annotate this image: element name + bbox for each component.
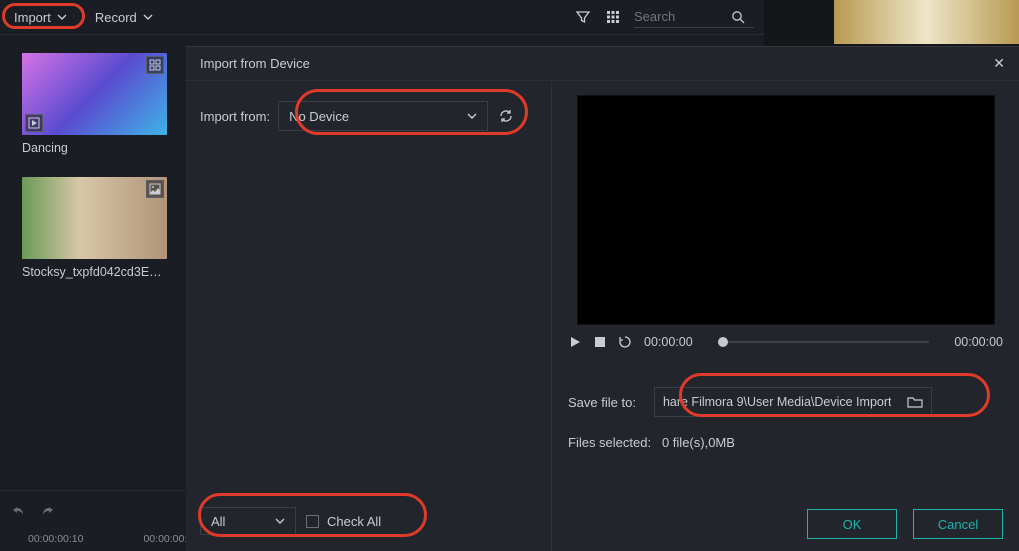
files-selected-row: Files selected: 0 file(s),0MB bbox=[568, 435, 1003, 450]
seek-thumb[interactable] bbox=[718, 337, 728, 347]
transport-bar: 00:00:00 00:00:00 bbox=[568, 335, 1003, 349]
close-icon[interactable]: ✕ bbox=[993, 55, 1005, 72]
check-all[interactable]: Check All bbox=[306, 514, 381, 529]
filter-value: All bbox=[211, 514, 225, 529]
chevron-down-icon bbox=[275, 516, 285, 526]
search-box[interactable] bbox=[634, 6, 754, 28]
thumb-play-icon bbox=[25, 114, 43, 132]
stop-icon[interactable] bbox=[594, 336, 606, 348]
filter-icon[interactable] bbox=[574, 8, 592, 26]
folder-icon[interactable] bbox=[907, 395, 923, 409]
dialog-buttons: OK Cancel bbox=[568, 499, 1003, 539]
files-selected-label: Files selected: bbox=[568, 435, 651, 450]
import-dialog: Import from Device ✕ Import from: No Dev… bbox=[186, 46, 1019, 551]
record-label: Record bbox=[95, 10, 137, 25]
files-selected-value: 0 file(s),0MB bbox=[662, 435, 735, 450]
record-menu[interactable]: Record bbox=[81, 0, 167, 34]
preview-area bbox=[577, 95, 995, 325]
redo-icon[interactable] bbox=[40, 503, 56, 519]
top-toolbar: Import Record bbox=[0, 0, 764, 35]
toolbar-right bbox=[574, 6, 764, 28]
checkbox-icon[interactable] bbox=[306, 515, 319, 528]
save-path-field[interactable]: hare Filmora 9\User Media\Device Import bbox=[654, 387, 932, 417]
ok-button[interactable]: OK bbox=[807, 509, 897, 539]
window-bg-strip bbox=[764, 0, 1019, 46]
save-path-value: hare Filmora 9\User Media\Device Import bbox=[663, 395, 892, 409]
dialog-left-bottom: All Check All bbox=[200, 507, 381, 535]
replay-icon[interactable] bbox=[618, 335, 632, 349]
timeline-ruler: 00:00:00:10 00:00:00:2 bbox=[0, 519, 186, 545]
timeline-controls bbox=[0, 503, 186, 519]
grid-view-icon[interactable] bbox=[604, 8, 622, 26]
media-panel: Dancing Stocksy_txpfd042cd3EA... bbox=[0, 35, 186, 490]
chevron-down-icon bbox=[467, 111, 477, 121]
time-total: 00:00:00 bbox=[941, 335, 1003, 349]
thumb-image-icon bbox=[146, 180, 164, 198]
dialog-body: Import from: No Device All Check All bbox=[186, 81, 1019, 551]
dialog-left-pane: Import from: No Device All Check All bbox=[186, 81, 552, 551]
chevron-down-icon bbox=[143, 12, 153, 22]
media-caption: Stocksy_txpfd042cd3EA... bbox=[22, 265, 167, 279]
dialog-right-pane: 00:00:00 00:00:00 Save file to: hare Fil… bbox=[552, 81, 1019, 551]
save-file-label: Save file to: bbox=[568, 395, 636, 410]
undo-icon[interactable] bbox=[10, 503, 26, 519]
search-input[interactable] bbox=[634, 6, 729, 27]
seek-track bbox=[718, 341, 929, 343]
media-thumb[interactable] bbox=[22, 177, 167, 259]
time-current: 00:00:00 bbox=[644, 335, 706, 349]
refresh-icon[interactable] bbox=[496, 106, 516, 126]
import-menu[interactable]: Import bbox=[0, 0, 81, 34]
timeline-area: 00:00:00:10 00:00:00:2 bbox=[0, 490, 186, 551]
filter-select[interactable]: All bbox=[200, 507, 296, 535]
thumb-grid-icon bbox=[146, 56, 164, 74]
import-label: Import bbox=[14, 10, 51, 25]
seek-bar[interactable] bbox=[718, 341, 929, 343]
device-select[interactable]: No Device bbox=[278, 101, 488, 131]
import-from-row: Import from: No Device bbox=[200, 101, 537, 131]
cancel-button[interactable]: Cancel bbox=[913, 509, 1003, 539]
import-from-label: Import from: bbox=[200, 109, 270, 124]
dialog-title-text: Import from Device bbox=[200, 56, 310, 71]
chevron-down-icon bbox=[57, 12, 67, 22]
dialog-titlebar: Import from Device ✕ bbox=[186, 47, 1019, 81]
video-frame-sliver bbox=[834, 0, 1019, 44]
play-icon[interactable] bbox=[568, 335, 582, 349]
media-caption: Dancing bbox=[22, 141, 167, 155]
save-file-row: Save file to: hare Filmora 9\User Media\… bbox=[568, 387, 1003, 417]
device-select-value: No Device bbox=[289, 109, 349, 124]
search-icon[interactable] bbox=[729, 8, 747, 26]
check-all-label: Check All bbox=[327, 514, 381, 529]
media-thumb[interactable] bbox=[22, 53, 167, 135]
time-tick: 00:00:00:10 bbox=[28, 533, 83, 545]
